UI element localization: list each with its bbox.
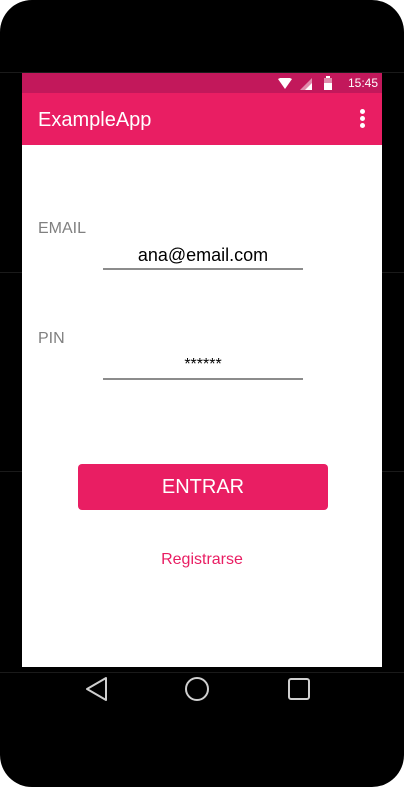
pin-field[interactable] <box>103 352 303 380</box>
pin-label: PIN <box>38 330 65 347</box>
login-button[interactable]: ENTRAR <box>78 464 328 510</box>
recents-icon[interactable] <box>277 667 321 713</box>
device-frame: 15:45 ExampleApp EMAIL PIN ENTRAR Regist… <box>0 0 404 787</box>
app-bar: ExampleApp <box>22 93 382 145</box>
back-icon[interactable] <box>75 667 119 713</box>
status-time: 15:45 <box>347 76 378 90</box>
email-field[interactable] <box>103 242 303 270</box>
email-label: EMAIL <box>38 220 87 237</box>
app-title: ExampleApp <box>38 109 152 131</box>
nav-bar <box>0 667 404 713</box>
home-icon[interactable] <box>175 667 219 713</box>
register-link[interactable]: Registrarse <box>22 551 382 569</box>
status-bar: 15:45 <box>22 73 382 93</box>
more-vert-icon[interactable] <box>354 109 370 131</box>
app-screen: 15:45 ExampleApp EMAIL PIN ENTRAR Regist… <box>22 73 382 667</box>
